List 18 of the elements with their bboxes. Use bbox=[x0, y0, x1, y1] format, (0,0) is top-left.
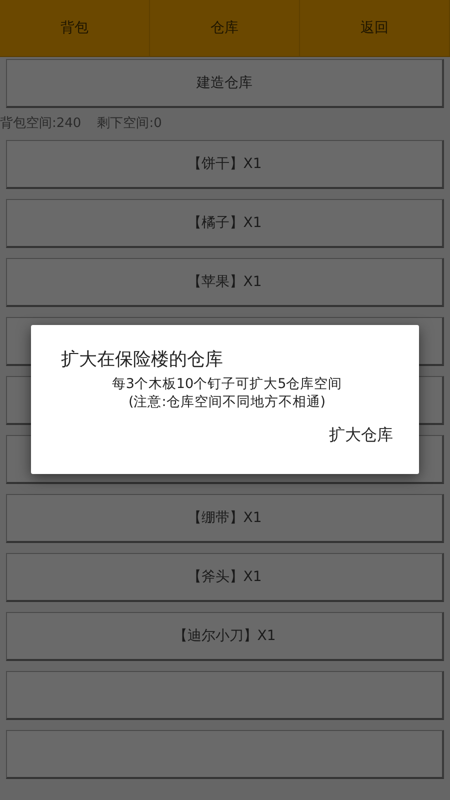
space-label: 剩下空间:0 bbox=[97, 115, 162, 132]
space-label: 背包空间:240 bbox=[0, 115, 82, 132]
tab[interactable]: 背包 bbox=[0, 0, 150, 56]
item-button[interactable]: 【橘子】X1 bbox=[6, 199, 444, 248]
expand-button[interactable]: 扩大仓库 bbox=[329, 425, 393, 446]
build-warehouse-button[interactable]: 建造仓库 bbox=[6, 59, 444, 108]
item-button[interactable]: 【斧头】X1 bbox=[6, 553, 444, 602]
tab[interactable]: 仓库 bbox=[150, 0, 300, 56]
tab[interactable]: 返回 bbox=[300, 0, 450, 56]
dialog-message: 每3个木板10个钉子可扩大5仓库空间 bbox=[110, 375, 344, 393]
item-button[interactable]: 【饼干】X1 bbox=[6, 140, 444, 189]
item-button[interactable] bbox=[6, 671, 444, 720]
item-button[interactable]: 【迪尔小刀】X1 bbox=[6, 612, 444, 661]
dialog-title: 扩大在保险楼的仓库 bbox=[61, 348, 224, 371]
dialog-message: (注意:仓库空间不同地方不相通) bbox=[127, 393, 327, 411]
item-button[interactable]: 【绷带】X1 bbox=[6, 494, 444, 543]
item-button[interactable]: 【苹果】X1 bbox=[6, 258, 444, 307]
item-button[interactable] bbox=[6, 730, 444, 779]
